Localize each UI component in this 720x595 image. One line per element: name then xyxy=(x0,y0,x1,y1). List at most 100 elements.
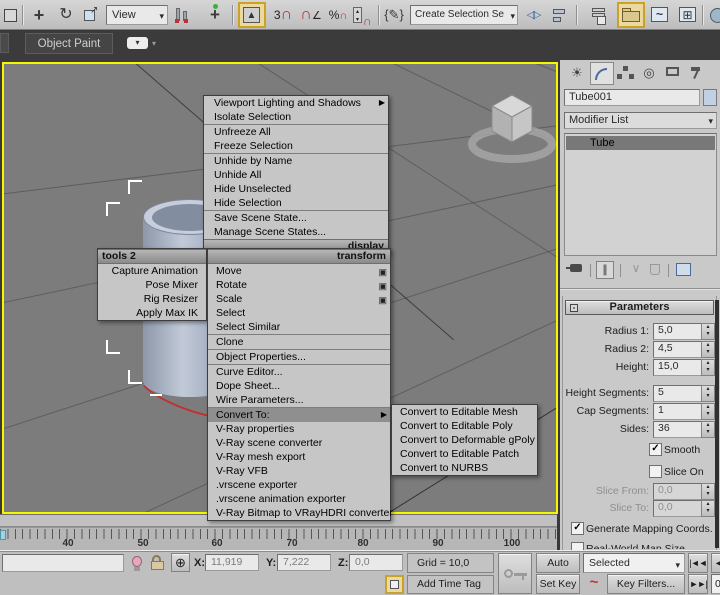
menu-item[interactable]: V-Ray scene converter xyxy=(208,436,390,450)
slice-to-field[interactable]: 0,0 xyxy=(653,500,705,517)
height-spinner[interactable]: ▴▾ xyxy=(701,359,715,376)
menu-item[interactable]: Clone xyxy=(208,335,390,349)
menu-item[interactable]: Freeze Selection xyxy=(204,139,388,153)
use-pivot-point-center-icon[interactable] xyxy=(170,3,194,27)
settings-box-icon[interactable]: ▣ xyxy=(378,265,387,279)
menu-item[interactable]: Isolate Selection xyxy=(204,110,388,124)
tab-create[interactable]: ☀ xyxy=(566,62,588,83)
object-color-swatch[interactable] xyxy=(703,89,717,106)
menu-item[interactable]: Move▣ xyxy=(208,264,390,278)
go-to-start-button[interactable]: |◄◄ xyxy=(688,553,708,573)
render-setup-icon[interactable] xyxy=(706,3,720,27)
select-and-move-icon[interactable]: + xyxy=(27,3,51,27)
ribbon-minimize-button[interactable]: ▾ xyxy=(127,37,148,49)
toggle-scene-explorer-button[interactable] xyxy=(617,2,645,28)
radius1-spinner[interactable]: ▴▾ xyxy=(701,323,715,340)
tab-motion[interactable]: ◎ xyxy=(638,62,660,83)
z-coordinate-field[interactable]: 0,0 xyxy=(349,554,403,571)
snaps-toggle-3d-icon[interactable]: 3∩ xyxy=(270,3,296,27)
key-filters-button[interactable]: Key Filters... xyxy=(607,574,685,594)
radius2-field[interactable]: 4,5 xyxy=(653,341,705,358)
slice-from-field[interactable]: 0,0 xyxy=(653,483,705,500)
ribbon-tab-object-paint[interactable]: Object Paint xyxy=(25,33,113,54)
keyboard-shortcut-override-toggle[interactable]: ▲ xyxy=(238,2,266,28)
menu-item[interactable]: Hide Selection xyxy=(204,196,388,210)
remove-modifier-icon[interactable] xyxy=(650,264,660,275)
menu-item[interactable]: Convert to NURBS xyxy=(392,461,537,475)
add-time-tag-button[interactable]: Add Time Tag xyxy=(407,575,494,594)
modifier-list-dropdown[interactable]: Modifier List ▾ xyxy=(564,112,717,129)
menu-item[interactable]: Convert to Editable Patch xyxy=(392,447,537,461)
configure-modifier-sets-icon[interactable] xyxy=(676,263,691,276)
rollout-scrollbar[interactable] xyxy=(715,300,719,548)
absolute-offset-mode-toggle[interactable]: ⊕ xyxy=(171,553,190,572)
select-and-rotate-icon[interactable]: ↻ xyxy=(54,3,78,27)
menu-item[interactable]: Convert to Deformable gPoly xyxy=(392,433,537,447)
percent-snap-toggle-icon[interactable]: %∩ xyxy=(326,3,350,27)
menu-item[interactable]: Hide Unselected xyxy=(204,182,388,196)
maxscript-mini-listener[interactable] xyxy=(2,554,124,572)
menu-item[interactable]: .vrscene exporter xyxy=(208,478,390,492)
stack-item-tube[interactable]: Tube xyxy=(566,136,715,150)
named-selection-sets-dropdown[interactable]: Create Selection Se ▾ xyxy=(410,5,518,25)
menu-item[interactable]: Convert to Editable Poly xyxy=(392,419,537,433)
tab-display[interactable] xyxy=(662,62,684,83)
select-and-manipulate-icon[interactable]: + xyxy=(203,3,227,27)
menu-item[interactable]: Convert to Editable Mesh xyxy=(392,405,537,419)
selection-lock-toggle[interactable] xyxy=(150,555,165,572)
menu-item[interactable]: Select xyxy=(208,306,390,320)
spinner-snap-toggle-icon[interactable]: ▴▾ ∩ xyxy=(350,3,376,27)
time-slider-fragment[interactable] xyxy=(0,530,6,540)
go-to-end-button[interactable]: ►►| xyxy=(688,574,708,594)
schematic-view-icon[interactable]: ⊞ xyxy=(676,3,700,27)
selection-set-key-dropdown[interactable]: Selected ▾ xyxy=(583,553,685,573)
slice-on-checkbox[interactable] xyxy=(649,465,662,478)
generate-mapping-coords-checkbox[interactable]: ✓ xyxy=(571,522,584,535)
collapse-minus-icon[interactable]: - xyxy=(570,304,578,312)
menu-item[interactable]: Apply Max IK xyxy=(98,306,206,320)
align-icon[interactable] xyxy=(548,3,572,27)
set-key-button[interactable]: Set Key xyxy=(536,574,580,594)
select-and-scale-icon[interactable]: ↗ xyxy=(80,3,104,27)
isolate-selection-lightbulb-icon[interactable] xyxy=(130,556,144,572)
mirror-icon[interactable]: ◁▷ xyxy=(521,3,545,27)
sides-field[interactable]: 36 xyxy=(653,421,705,438)
menu-item[interactable]: V-Ray VFB xyxy=(208,464,390,478)
sides-spinner[interactable]: ▴▾ xyxy=(701,421,715,438)
current-frame-field[interactable]: 0 xyxy=(711,574,720,594)
menu-item[interactable]: Select Similar xyxy=(208,320,390,334)
settings-box-icon[interactable]: ▣ xyxy=(378,279,387,293)
select-and-place-icon[interactable] xyxy=(0,3,20,27)
menu-item[interactable]: Manage Scene States... xyxy=(204,225,388,239)
menu-item[interactable]: Unhide All xyxy=(204,168,388,182)
radius1-field[interactable]: 5,0 xyxy=(653,323,705,340)
menu-item[interactable]: V-Ray Bitmap to VRayHDRI converter xyxy=(208,506,390,520)
y-coordinate-field[interactable]: 7,222 xyxy=(277,554,331,571)
timeline-ruler[interactable]: 40 50 60 70 80 90 100 xyxy=(0,527,557,550)
menu-item[interactable]: Dope Sheet... xyxy=(208,379,390,393)
menu-item[interactable]: V-Ray properties xyxy=(208,422,390,436)
ribbon-flyout-arrow-icon[interactable]: ▾ xyxy=(152,39,156,48)
selection-region-cube-button[interactable] xyxy=(385,575,404,594)
curve-editor-icon[interactable]: ~ xyxy=(648,3,672,27)
show-end-result-toggle[interactable]: ∥ xyxy=(596,261,614,279)
menu-item[interactable]: Unhide by Name xyxy=(204,154,388,168)
x-coordinate-field[interactable]: 11,919 xyxy=(205,554,259,571)
slice-to-spinner[interactable]: ▴▾ xyxy=(701,500,715,517)
menu-item[interactable]: Save Scene State... xyxy=(204,211,388,225)
layer-manager-icon[interactable] xyxy=(588,3,612,27)
tab-modify[interactable] xyxy=(590,62,614,85)
key-mode-curve-icon[interactable]: ~ xyxy=(585,574,603,594)
menu-item-convert-to[interactable]: Convert To:▶ xyxy=(208,408,390,422)
edit-named-selection-sets-icon[interactable]: {✎} xyxy=(382,3,406,27)
reference-coordinate-dropdown[interactable]: View ▾ xyxy=(106,5,168,25)
tab-utilities[interactable] xyxy=(686,62,708,83)
radius2-spinner[interactable]: ▴▾ xyxy=(701,341,715,358)
menu-item[interactable]: V-Ray mesh export xyxy=(208,450,390,464)
tab-hierarchy[interactable] xyxy=(614,62,636,83)
ribbon-tab-partial[interactable] xyxy=(0,33,9,53)
auto-key-button[interactable]: Auto Key xyxy=(536,553,580,573)
menu-item[interactable]: Scale▣ xyxy=(208,292,390,306)
parameters-rollout-header[interactable]: - Parameters xyxy=(565,300,714,315)
height-segments-spinner[interactable]: ▴▾ xyxy=(701,385,715,402)
